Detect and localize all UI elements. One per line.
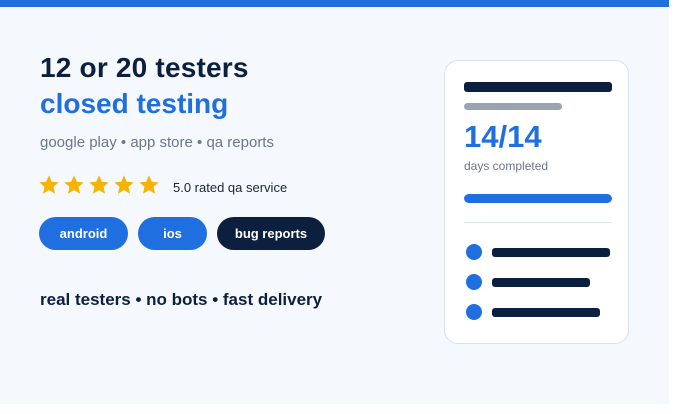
rating-stars <box>38 174 160 196</box>
tag-ios-button[interactable]: ios <box>138 217 207 250</box>
top-accent-bar <box>0 0 669 7</box>
card-title-placeholder <box>464 82 612 92</box>
star-icon <box>114 175 134 194</box>
subheadline: closed testing <box>40 88 229 119</box>
star-icon <box>139 175 159 194</box>
list-item-placeholder <box>492 308 600 317</box>
progress-bar <box>464 194 612 203</box>
bullet-dot-icon <box>466 244 482 260</box>
progress-card: 14/14 days completed <box>444 60 629 344</box>
days-caption: days completed <box>464 159 549 173</box>
tag-android-button[interactable]: android <box>39 217 128 250</box>
card-divider <box>464 222 612 223</box>
list-item-placeholder <box>492 278 590 287</box>
days-count: 14/14 <box>464 119 542 154</box>
tag-bug-reports-button[interactable]: bug reports <box>217 217 325 250</box>
progress-bar-fill <box>464 194 612 203</box>
bullet-dot-icon <box>466 304 482 320</box>
platform-tags: android ios bug reports <box>39 217 325 250</box>
star-icon <box>64 175 84 194</box>
star-icon <box>89 175 109 194</box>
headline: 12 or 20 testers <box>40 52 249 83</box>
platforms-text: google play • app store • qa reports <box>40 134 274 151</box>
bullet-dot-icon <box>466 274 482 290</box>
banner: 12 or 20 testers closed testing google p… <box>0 0 669 404</box>
rating-text: 5.0 rated qa service <box>173 180 288 195</box>
card-subtitle-placeholder <box>464 103 562 110</box>
star-icon <box>39 175 59 194</box>
list-item-placeholder <box>492 248 610 257</box>
tagline: real testers • no bots • fast delivery <box>40 290 323 309</box>
